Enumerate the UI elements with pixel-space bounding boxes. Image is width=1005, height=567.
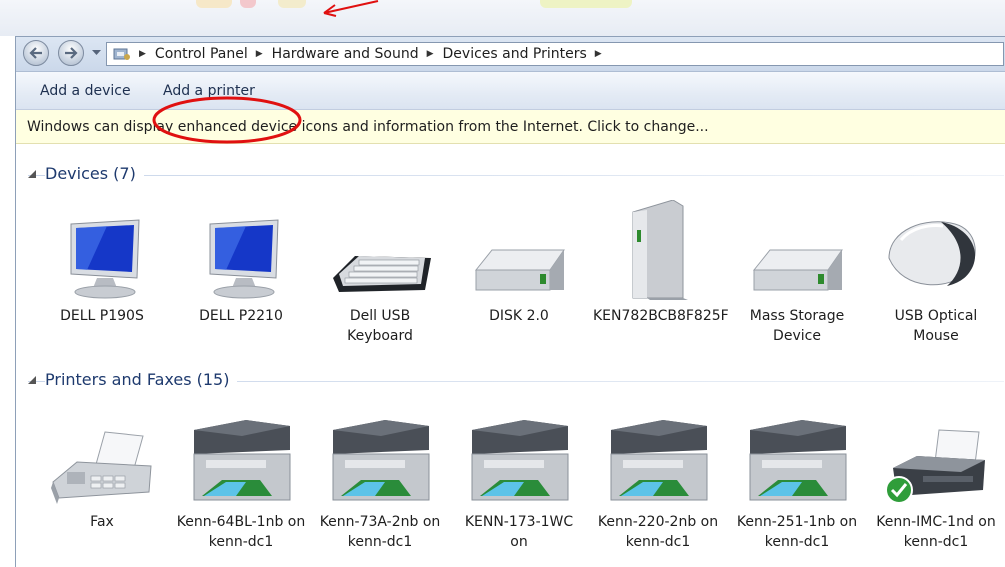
default-printer-icon	[881, 406, 991, 506]
info-bar[interactable]: Windows can display enhanced device icon…	[16, 110, 1005, 144]
device-item[interactable]: KEN782BCB8F825F	[593, 199, 729, 326]
recent-pages-chevron-down-icon[interactable]	[92, 50, 101, 56]
printer-label: Kenn-73A-2nb on kenn-dc1	[319, 514, 441, 550]
device-item[interactable]: DELL P190S	[37, 200, 167, 326]
breadcrumb-devices-and-printers[interactable]: Devices and Printers	[443, 46, 587, 62]
drive-icon	[742, 200, 852, 300]
navigation-bar: ▶ Control Panel ▶ Hardware and Sound ▶ D…	[16, 37, 1005, 72]
collapse-triangle-icon[interactable]	[28, 376, 36, 384]
device-label: USB Optical Mouse	[894, 308, 978, 344]
device-label: DELL P190S	[60, 308, 144, 324]
forward-arrow-icon	[65, 47, 78, 59]
fax-icon	[47, 406, 157, 506]
printer-item[interactable]: Kenn-251-1nb on kenn-dc1	[732, 406, 862, 552]
device-label: DELL P2210	[199, 308, 283, 324]
forward-button[interactable]	[58, 40, 84, 66]
mfp-printer-icon	[603, 406, 713, 506]
breadcrumb-control-panel[interactable]: Control Panel	[155, 46, 248, 62]
device-label: KEN782BCB8F825F	[593, 308, 729, 324]
devices-group-header[interactable]: Devices (7)	[28, 164, 1004, 186]
mfp-printer-icon	[186, 406, 296, 506]
monitor-icon	[186, 200, 296, 300]
back-button[interactable]	[23, 40, 49, 66]
device-item[interactable]: USB Optical Mouse	[871, 200, 1001, 346]
mouse-icon	[881, 200, 991, 300]
printer-item[interactable]: Kenn-IMC-1nd on kenn-dc1	[871, 406, 1001, 552]
add-printer-button[interactable]: Add a printer	[163, 83, 255, 99]
ribbon-chip	[196, 0, 232, 8]
printer-label: Kenn-IMC-1nd on kenn-dc1	[876, 514, 996, 550]
tower-drive-icon	[603, 199, 713, 302]
monitor-icon	[47, 200, 157, 300]
device-item[interactable]: DISK 2.0	[454, 200, 584, 326]
command-bar: Add a device Add a printer	[16, 72, 1005, 110]
device-item[interactable]: Dell USB Keyboard	[315, 200, 445, 346]
printer-item[interactable]: Fax	[37, 406, 167, 532]
group-divider	[28, 175, 1004, 176]
breadcrumb-separator-icon[interactable]: ▶	[256, 49, 263, 59]
printer-item[interactable]: Kenn-64BL-1nb on kenn-dc1	[176, 406, 306, 552]
breadcrumb-separator-icon[interactable]: ▶	[427, 49, 434, 59]
add-device-button[interactable]: Add a device	[40, 83, 131, 99]
ribbon-strip	[0, 0, 1005, 36]
address-bar[interactable]: ▶ Control Panel ▶ Hardware and Sound ▶ D…	[106, 42, 1004, 66]
back-arrow-icon	[29, 47, 42, 59]
printer-item[interactable]: Kenn-73A-2nb on kenn-dc1	[315, 406, 445, 552]
explorer-window: ▶ Control Panel ▶ Hardware and Sound ▶ D…	[15, 36, 1005, 567]
printer-label: Kenn-251-1nb on kenn-dc1	[736, 514, 858, 550]
printer-item[interactable]: Kenn-220-2nb on kenn-dc1	[593, 406, 723, 552]
annotation-arrow	[323, 0, 379, 17]
printers-group-header[interactable]: Printers and Faxes (15)	[28, 370, 1004, 392]
ribbon-chip	[540, 0, 632, 8]
ribbon-chip	[240, 0, 256, 8]
device-label: Mass Storage Device	[749, 308, 845, 344]
mfp-printer-icon	[464, 406, 574, 506]
breadcrumb-separator-icon[interactable]: ▶	[595, 49, 602, 59]
printer-label: KENN-173-1WC on	[464, 514, 574, 550]
breadcrumb-separator-icon[interactable]: ▶	[139, 49, 146, 59]
breadcrumb-hardware-and-sound[interactable]: Hardware and Sound	[272, 46, 419, 62]
drive-icon	[464, 200, 574, 300]
ribbon-chip	[278, 0, 306, 8]
mfp-printer-icon	[325, 406, 435, 506]
collapse-triangle-icon[interactable]	[28, 170, 36, 178]
mfp-printer-icon	[742, 406, 852, 506]
printer-label: Fax	[90, 514, 114, 530]
devices-group-title: Devices (7)	[45, 164, 144, 183]
printer-item[interactable]: KENN-173-1WC on	[454, 406, 584, 552]
device-label: DISK 2.0	[489, 308, 549, 324]
device-item[interactable]: Mass Storage Device	[732, 200, 862, 346]
device-item[interactable]: DELL P2210	[176, 200, 306, 326]
control-panel-icon	[113, 47, 131, 61]
printer-label: Kenn-220-2nb on kenn-dc1	[597, 514, 719, 550]
printers-group-title: Printers and Faxes (15)	[45, 370, 238, 389]
printer-label: Kenn-64BL-1nb on kenn-dc1	[176, 514, 306, 550]
device-label: Dell USB Keyboard	[347, 308, 413, 344]
keyboard-icon	[325, 200, 435, 300]
